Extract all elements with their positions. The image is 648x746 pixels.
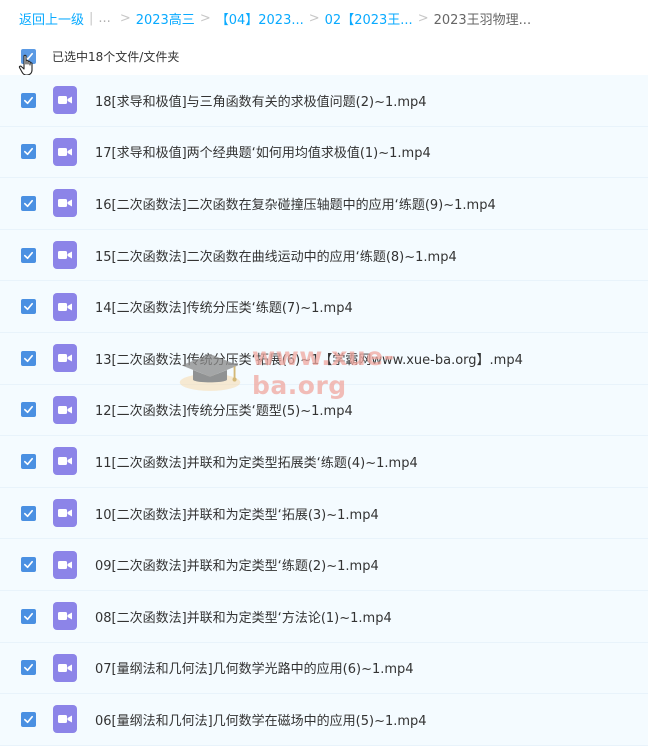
file-checkbox[interactable] xyxy=(21,557,36,573)
checkmark-icon xyxy=(24,457,33,466)
selection-bar: 已选中18个文件/文件夹 xyxy=(0,40,648,72)
breadcrumb-item-04[interactable]: 【04】2023... xyxy=(216,9,304,28)
file-name[interactable]: 06[量纲法和几何法]几何数学在磁场中的应用(5)~1.mp4 xyxy=(95,710,427,729)
selection-count-label: 已选中18个文件/文件夹 xyxy=(52,49,180,64)
video-file-icon xyxy=(53,653,77,682)
file-checkbox[interactable] xyxy=(21,299,36,315)
file-row[interactable]: 18[求导和极值]与三角函数有关的求极值问题(2)~1.mp4 xyxy=(0,75,648,127)
file-checkbox[interactable] xyxy=(21,92,36,108)
checkmark-icon xyxy=(24,354,33,362)
file-name[interactable]: 10[二次函数法]并联和为定类型‘拓展(3)~1.mp4 xyxy=(95,504,379,523)
checkmark-icon xyxy=(24,251,33,259)
checkmark-icon xyxy=(24,612,33,620)
checkmark-icon xyxy=(24,199,33,208)
video-file-icon xyxy=(53,344,77,373)
breadcrumb-chevron: > xyxy=(199,10,211,26)
breadcrumb-chevron: > xyxy=(417,10,429,26)
file-checkbox[interactable] xyxy=(21,144,36,160)
breadcrumb-current: 2023王羽物理... xyxy=(433,12,532,28)
file-name[interactable]: 09[二次函数法]并联和为定类型‘练题(2)~1.mp4 xyxy=(95,555,379,574)
checkmark-icon xyxy=(24,561,33,569)
file-checkbox[interactable] xyxy=(21,505,36,521)
file-row[interactable]: 10[二次函数法]并联和为定类型‘拓展(3)~1.mp4 xyxy=(0,487,648,540)
breadcrumb-item-02[interactable]: 02【2023王... xyxy=(325,9,413,28)
video-file-icon xyxy=(53,395,77,424)
file-checkbox[interactable] xyxy=(21,711,36,727)
file-checkbox[interactable] xyxy=(21,247,36,263)
breadcrumb-chevron: > xyxy=(308,10,320,26)
checkmark-icon xyxy=(24,148,33,156)
file-checkbox[interactable] xyxy=(21,350,36,366)
back-link[interactable]: 返回上一级 xyxy=(19,9,84,28)
file-name[interactable]: 12[二次函数法]传统分压类‘题型(5)~1.mp4 xyxy=(95,400,353,419)
breadcrumb-item-2023-gaosan[interactable]: 2023高三 xyxy=(136,9,195,28)
file-name[interactable]: 08[二次函数法]并联和为定类型‘方法论(1)~1.mp4 xyxy=(95,607,392,626)
file-name[interactable]: 07[量纲法和几何法]几何数学光路中的应用(6)~1.mp4 xyxy=(95,658,414,677)
file-list: 18[求导和极值]与三角函数有关的求极值问题(2)~1.mp4 17[求导和极值… xyxy=(0,75,648,746)
file-name[interactable]: 11[二次函数法]并联和为定类型拓展类‘练题(4)~1.mp4 xyxy=(95,452,418,471)
breadcrumb-chevron: > xyxy=(119,10,131,26)
breadcrumb-ellipsis[interactable]: ... xyxy=(98,11,110,26)
file-row[interactable]: 08[二次函数法]并联和为定类型‘方法论(1)~1.mp4 xyxy=(0,590,648,643)
file-checkbox[interactable] xyxy=(21,608,36,624)
file-name[interactable]: 15[二次函数法]二次函数在曲线运动中的应用‘练题(8)~1.mp4 xyxy=(95,246,457,265)
file-row[interactable]: 13[二次函数法]传统分压类‘拓展(6)~1【学霸网www.xue-ba.org… xyxy=(0,332,648,385)
checkmark-icon xyxy=(24,96,33,104)
video-file-icon xyxy=(53,447,77,476)
file-checkbox[interactable] xyxy=(21,453,36,469)
file-row[interactable]: 14[二次函数法]传统分压类‘练题(7)~1.mp4 xyxy=(0,281,648,333)
checkmark-icon xyxy=(24,303,33,311)
video-file-icon xyxy=(53,241,77,270)
file-row[interactable]: 16[二次函数法]二次函数在复杂碰撞压轴题中的应用‘练题(9)~1.mp4 xyxy=(0,178,648,230)
file-row[interactable]: 07[量纲法和几何法]几何数学光路中的应用(6)~1.mp4 xyxy=(0,642,648,695)
file-checkbox[interactable] xyxy=(21,195,36,211)
file-row[interactable]: 12[二次函数法]传统分压类‘题型(5)~1.mp4 xyxy=(0,384,648,437)
file-name[interactable]: 13[二次函数法]传统分压类‘拓展(6)~1【学霸网www.xue-ba.org… xyxy=(95,349,523,368)
file-name[interactable]: 18[求导和极值]与三角函数有关的求极值问题(2)~1.mp4 xyxy=(95,91,427,110)
file-row[interactable]: 09[二次函数法]并联和为定类型‘练题(2)~1.mp4 xyxy=(0,539,648,591)
video-file-icon xyxy=(53,189,77,218)
video-file-icon xyxy=(53,137,77,166)
file-name[interactable]: 16[二次函数法]二次函数在复杂碰撞压轴题中的应用‘练题(9)~1.mp4 xyxy=(95,194,496,213)
video-file-icon xyxy=(53,292,77,321)
checkmark-icon xyxy=(24,715,33,723)
file-name[interactable]: 14[二次函数法]传统分压类‘练题(7)~1.mp4 xyxy=(95,297,353,316)
breadcrumb-separator: | xyxy=(89,10,94,26)
video-file-icon xyxy=(53,602,77,631)
file-row[interactable]: 15[二次函数法]二次函数在曲线运动中的应用‘练题(8)~1.mp4 xyxy=(0,229,648,282)
file-checkbox[interactable] xyxy=(21,402,36,418)
checkmark-icon xyxy=(24,664,33,672)
file-row[interactable]: 06[量纲法和几何法]几何数学在磁场中的应用(5)~1.mp4 xyxy=(0,694,648,746)
video-file-icon xyxy=(53,550,77,579)
checkmark-icon xyxy=(24,406,33,414)
video-file-icon xyxy=(53,86,77,115)
file-name[interactable]: 17[求导和极值]两个经典题‘如何用均值求极值(1)~1.mp4 xyxy=(95,142,431,161)
checkmark-icon xyxy=(24,509,33,517)
file-row[interactable]: 11[二次函数法]并联和为定类型拓展类‘练题(4)~1.mp4 xyxy=(0,436,648,488)
file-checkbox[interactable] xyxy=(21,660,36,676)
breadcrumb: 返回上一级 | ... > 2023高三 > 【04】2023... > 02【… xyxy=(0,0,648,36)
file-row[interactable]: 17[求导和极值]两个经典题‘如何用均值求极值(1)~1.mp4 xyxy=(0,126,648,179)
video-file-icon xyxy=(53,499,77,528)
video-file-icon xyxy=(53,705,77,734)
